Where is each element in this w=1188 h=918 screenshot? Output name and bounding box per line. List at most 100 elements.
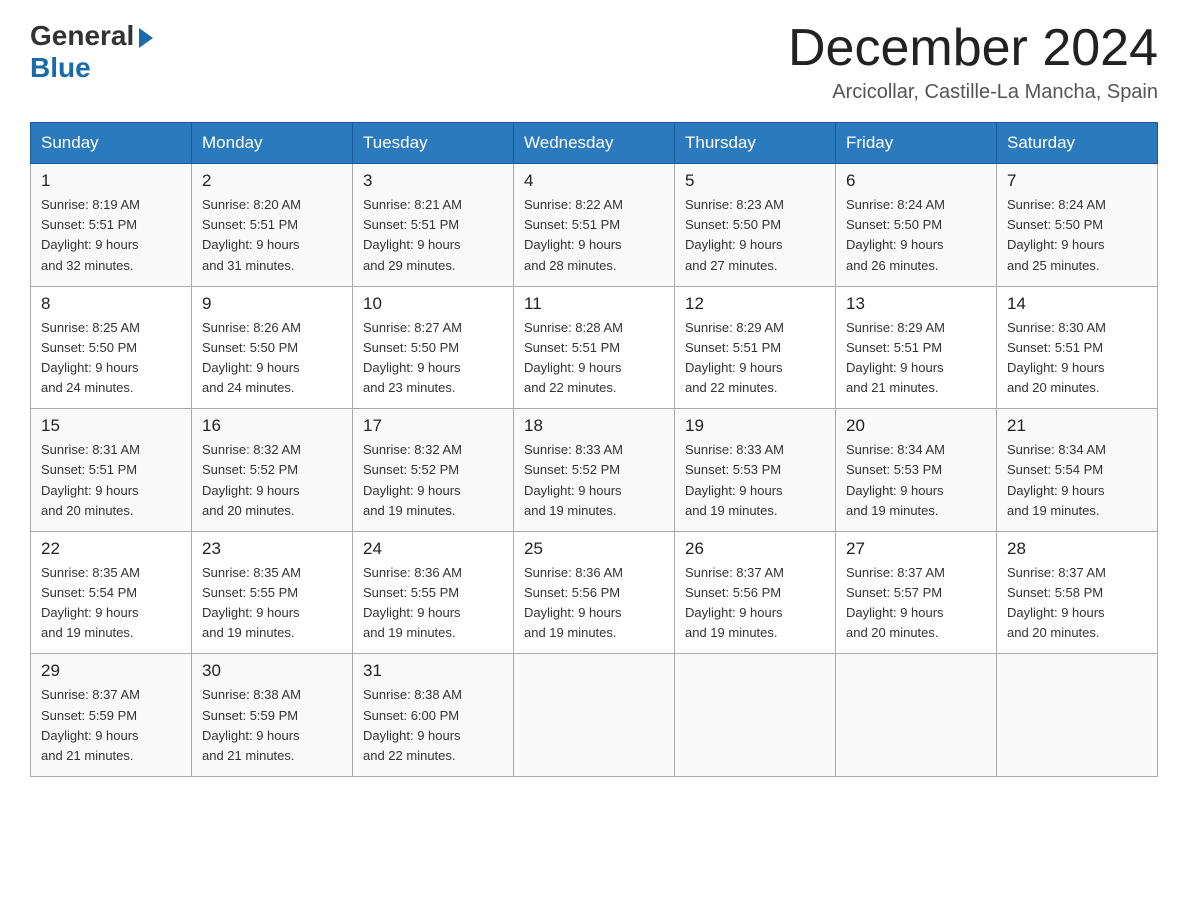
day-info: Sunrise: 8:24 AM Sunset: 5:50 PM Dayligh… xyxy=(846,195,986,276)
day-number: 9 xyxy=(202,294,342,314)
title-section: December 2024 Arcicollar, Castille-La Ma… xyxy=(788,20,1158,104)
calendar-cell: 29 Sunrise: 8:37 AM Sunset: 5:59 PM Dayl… xyxy=(31,654,192,777)
day-number: 23 xyxy=(202,539,342,559)
column-header-wednesday: Wednesday xyxy=(514,123,675,164)
day-number: 13 xyxy=(846,294,986,314)
calendar-cell: 26 Sunrise: 8:37 AM Sunset: 5:56 PM Dayl… xyxy=(675,531,836,654)
day-number: 29 xyxy=(41,661,181,681)
day-info: Sunrise: 8:37 AM Sunset: 5:56 PM Dayligh… xyxy=(685,563,825,644)
calendar-cell: 5 Sunrise: 8:23 AM Sunset: 5:50 PM Dayli… xyxy=(675,164,836,287)
day-info: Sunrise: 8:24 AM Sunset: 5:50 PM Dayligh… xyxy=(1007,195,1147,276)
day-info: Sunrise: 8:35 AM Sunset: 5:55 PM Dayligh… xyxy=(202,563,342,644)
calendar-cell: 7 Sunrise: 8:24 AM Sunset: 5:50 PM Dayli… xyxy=(997,164,1158,287)
calendar-cell: 24 Sunrise: 8:36 AM Sunset: 5:55 PM Dayl… xyxy=(353,531,514,654)
calendar-cell: 11 Sunrise: 8:28 AM Sunset: 5:51 PM Dayl… xyxy=(514,286,675,409)
calendar-cell: 20 Sunrise: 8:34 AM Sunset: 5:53 PM Dayl… xyxy=(836,409,997,532)
day-info: Sunrise: 8:27 AM Sunset: 5:50 PM Dayligh… xyxy=(363,318,503,399)
day-number: 28 xyxy=(1007,539,1147,559)
day-info: Sunrise: 8:25 AM Sunset: 5:50 PM Dayligh… xyxy=(41,318,181,399)
day-number: 16 xyxy=(202,416,342,436)
day-number: 11 xyxy=(524,294,664,314)
day-info: Sunrise: 8:38 AM Sunset: 6:00 PM Dayligh… xyxy=(363,685,503,766)
day-info: Sunrise: 8:34 AM Sunset: 5:53 PM Dayligh… xyxy=(846,440,986,521)
day-info: Sunrise: 8:33 AM Sunset: 5:53 PM Dayligh… xyxy=(685,440,825,521)
day-info: Sunrise: 8:37 AM Sunset: 5:59 PM Dayligh… xyxy=(41,685,181,766)
day-number: 24 xyxy=(363,539,503,559)
day-info: Sunrise: 8:23 AM Sunset: 5:50 PM Dayligh… xyxy=(685,195,825,276)
calendar-cell: 8 Sunrise: 8:25 AM Sunset: 5:50 PM Dayli… xyxy=(31,286,192,409)
calendar-cell: 18 Sunrise: 8:33 AM Sunset: 5:52 PM Dayl… xyxy=(514,409,675,532)
column-header-thursday: Thursday xyxy=(675,123,836,164)
day-info: Sunrise: 8:26 AM Sunset: 5:50 PM Dayligh… xyxy=(202,318,342,399)
day-info: Sunrise: 8:28 AM Sunset: 5:51 PM Dayligh… xyxy=(524,318,664,399)
day-number: 20 xyxy=(846,416,986,436)
day-info: Sunrise: 8:22 AM Sunset: 5:51 PM Dayligh… xyxy=(524,195,664,276)
day-info: Sunrise: 8:37 AM Sunset: 5:57 PM Dayligh… xyxy=(846,563,986,644)
calendar-cell: 12 Sunrise: 8:29 AM Sunset: 5:51 PM Dayl… xyxy=(675,286,836,409)
calendar-cell: 23 Sunrise: 8:35 AM Sunset: 5:55 PM Dayl… xyxy=(192,531,353,654)
day-info: Sunrise: 8:36 AM Sunset: 5:55 PM Dayligh… xyxy=(363,563,503,644)
day-number: 10 xyxy=(363,294,503,314)
calendar-cell: 2 Sunrise: 8:20 AM Sunset: 5:51 PM Dayli… xyxy=(192,164,353,287)
day-info: Sunrise: 8:38 AM Sunset: 5:59 PM Dayligh… xyxy=(202,685,342,766)
column-header-friday: Friday xyxy=(836,123,997,164)
calendar-cell: 15 Sunrise: 8:31 AM Sunset: 5:51 PM Dayl… xyxy=(31,409,192,532)
calendar-cell: 19 Sunrise: 8:33 AM Sunset: 5:53 PM Dayl… xyxy=(675,409,836,532)
day-number: 2 xyxy=(202,171,342,191)
day-number: 19 xyxy=(685,416,825,436)
day-number: 22 xyxy=(41,539,181,559)
day-info: Sunrise: 8:33 AM Sunset: 5:52 PM Dayligh… xyxy=(524,440,664,521)
day-number: 18 xyxy=(524,416,664,436)
day-number: 4 xyxy=(524,171,664,191)
day-number: 5 xyxy=(685,171,825,191)
day-number: 30 xyxy=(202,661,342,681)
page-header: General Blue December 2024 Arcicollar, C… xyxy=(30,20,1158,104)
calendar-table: SundayMondayTuesdayWednesdayThursdayFrid… xyxy=(30,122,1158,777)
calendar-cell: 14 Sunrise: 8:30 AM Sunset: 5:51 PM Dayl… xyxy=(997,286,1158,409)
day-number: 8 xyxy=(41,294,181,314)
location-text: Arcicollar, Castille-La Mancha, Spain xyxy=(788,81,1158,104)
day-info: Sunrise: 8:19 AM Sunset: 5:51 PM Dayligh… xyxy=(41,195,181,276)
day-info: Sunrise: 8:31 AM Sunset: 5:51 PM Dayligh… xyxy=(41,440,181,521)
day-number: 15 xyxy=(41,416,181,436)
calendar-cell: 4 Sunrise: 8:22 AM Sunset: 5:51 PM Dayli… xyxy=(514,164,675,287)
calendar-cell xyxy=(836,654,997,777)
logo-general-text: General xyxy=(30,20,134,52)
calendar-cell: 22 Sunrise: 8:35 AM Sunset: 5:54 PM Dayl… xyxy=(31,531,192,654)
day-number: 6 xyxy=(846,171,986,191)
day-info: Sunrise: 8:20 AM Sunset: 5:51 PM Dayligh… xyxy=(202,195,342,276)
calendar-cell xyxy=(997,654,1158,777)
column-header-saturday: Saturday xyxy=(997,123,1158,164)
day-info: Sunrise: 8:32 AM Sunset: 5:52 PM Dayligh… xyxy=(363,440,503,521)
day-number: 27 xyxy=(846,539,986,559)
calendar-cell: 6 Sunrise: 8:24 AM Sunset: 5:50 PM Dayli… xyxy=(836,164,997,287)
month-title: December 2024 xyxy=(788,20,1158,77)
calendar-cell: 25 Sunrise: 8:36 AM Sunset: 5:56 PM Dayl… xyxy=(514,531,675,654)
calendar-cell: 27 Sunrise: 8:37 AM Sunset: 5:57 PM Dayl… xyxy=(836,531,997,654)
day-number: 3 xyxy=(363,171,503,191)
calendar-cell: 13 Sunrise: 8:29 AM Sunset: 5:51 PM Dayl… xyxy=(836,286,997,409)
day-info: Sunrise: 8:30 AM Sunset: 5:51 PM Dayligh… xyxy=(1007,318,1147,399)
calendar-cell: 1 Sunrise: 8:19 AM Sunset: 5:51 PM Dayli… xyxy=(31,164,192,287)
day-info: Sunrise: 8:34 AM Sunset: 5:54 PM Dayligh… xyxy=(1007,440,1147,521)
day-info: Sunrise: 8:32 AM Sunset: 5:52 PM Dayligh… xyxy=(202,440,342,521)
calendar-cell: 28 Sunrise: 8:37 AM Sunset: 5:58 PM Dayl… xyxy=(997,531,1158,654)
calendar-cell: 30 Sunrise: 8:38 AM Sunset: 5:59 PM Dayl… xyxy=(192,654,353,777)
calendar-cell: 3 Sunrise: 8:21 AM Sunset: 5:51 PM Dayli… xyxy=(353,164,514,287)
logo: General Blue xyxy=(30,20,153,84)
day-number: 14 xyxy=(1007,294,1147,314)
day-number: 31 xyxy=(363,661,503,681)
day-info: Sunrise: 8:29 AM Sunset: 5:51 PM Dayligh… xyxy=(846,318,986,399)
day-number: 1 xyxy=(41,171,181,191)
day-info: Sunrise: 8:37 AM Sunset: 5:58 PM Dayligh… xyxy=(1007,563,1147,644)
column-header-monday: Monday xyxy=(192,123,353,164)
calendar-cell xyxy=(514,654,675,777)
day-number: 21 xyxy=(1007,416,1147,436)
day-number: 25 xyxy=(524,539,664,559)
day-info: Sunrise: 8:35 AM Sunset: 5:54 PM Dayligh… xyxy=(41,563,181,644)
day-info: Sunrise: 8:29 AM Sunset: 5:51 PM Dayligh… xyxy=(685,318,825,399)
calendar-cell: 9 Sunrise: 8:26 AM Sunset: 5:50 PM Dayli… xyxy=(192,286,353,409)
day-info: Sunrise: 8:36 AM Sunset: 5:56 PM Dayligh… xyxy=(524,563,664,644)
calendar-cell: 16 Sunrise: 8:32 AM Sunset: 5:52 PM Dayl… xyxy=(192,409,353,532)
column-header-sunday: Sunday xyxy=(31,123,192,164)
